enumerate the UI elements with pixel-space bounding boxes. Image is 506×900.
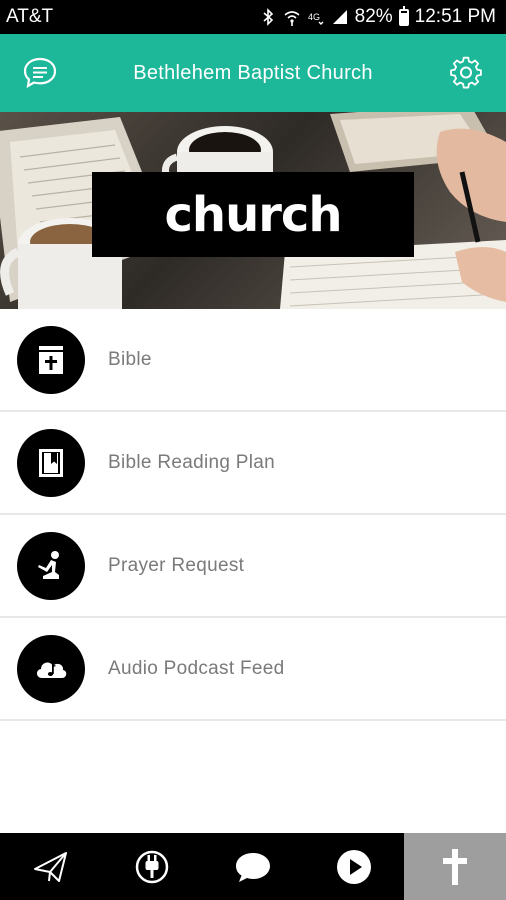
praying-person-icon-badge [17, 531, 85, 600]
signal-icon [332, 10, 347, 24]
book-bookmark-icon-badge [17, 428, 85, 497]
cloud-music-icon [36, 661, 67, 678]
menu-item-label: Bible Reading Plan [108, 451, 276, 473]
menu-list: Bible Bible Reading Plan Prayer Request [0, 309, 506, 721]
carrier-label: AT&T [6, 6, 54, 27]
praying-person-icon [38, 550, 59, 579]
battery-percent: 82% [354, 6, 393, 27]
bluetooth-icon [263, 8, 273, 26]
speech-bubble-icon [235, 852, 270, 882]
data-icon: 4G [308, 12, 324, 25]
wifi-icon [284, 11, 300, 26]
menu-item-audio-podcast-feed[interactable]: Audio Podcast Feed [0, 618, 506, 721]
nav-tab-send[interactable] [0, 833, 101, 900]
bible-icon-badge [17, 325, 85, 394]
cross-icon [443, 848, 467, 885]
menu-item-label: Prayer Request [108, 554, 245, 576]
cloud-music-icon-badge [17, 634, 85, 703]
menu-item-bible[interactable]: Bible [0, 309, 506, 412]
paper-plane-icon [33, 851, 67, 882]
battery-icon [398, 5, 409, 26]
plug-icon [135, 850, 168, 883]
bottom-nav [0, 833, 506, 900]
app-header: Bethlehem Baptist Church [0, 34, 506, 112]
settings-button[interactable] [446, 53, 486, 93]
chat-button[interactable] [20, 53, 60, 93]
nav-tab-messages[interactable] [202, 833, 303, 900]
menu-item-label: Audio Podcast Feed [108, 657, 285, 679]
play-icon [336, 849, 371, 884]
clock: 12:51 PM [414, 6, 496, 27]
nav-tab-church[interactable] [404, 833, 506, 900]
nav-tab-play[interactable] [303, 833, 404, 900]
status-bar: AT&T 4G 82% 12:51 PM [0, 0, 506, 34]
chat-icon [23, 57, 57, 89]
status-icons: 4G 82% 12:51 PM [259, 5, 496, 28]
book-bookmark-icon [39, 448, 63, 477]
nav-tab-plug[interactable] [101, 833, 202, 900]
svg-text:4G: 4G [308, 12, 320, 22]
gear-icon [450, 56, 482, 89]
app-title: Bethlehem Baptist Church [133, 61, 373, 84]
menu-item-bible-reading-plan[interactable]: Bible Reading Plan [0, 412, 506, 515]
banner-label: church [92, 172, 414, 257]
menu-item-prayer-request[interactable]: Prayer Request [0, 515, 506, 618]
menu-item-label: Bible [108, 348, 152, 370]
bible-icon [39, 345, 63, 374]
